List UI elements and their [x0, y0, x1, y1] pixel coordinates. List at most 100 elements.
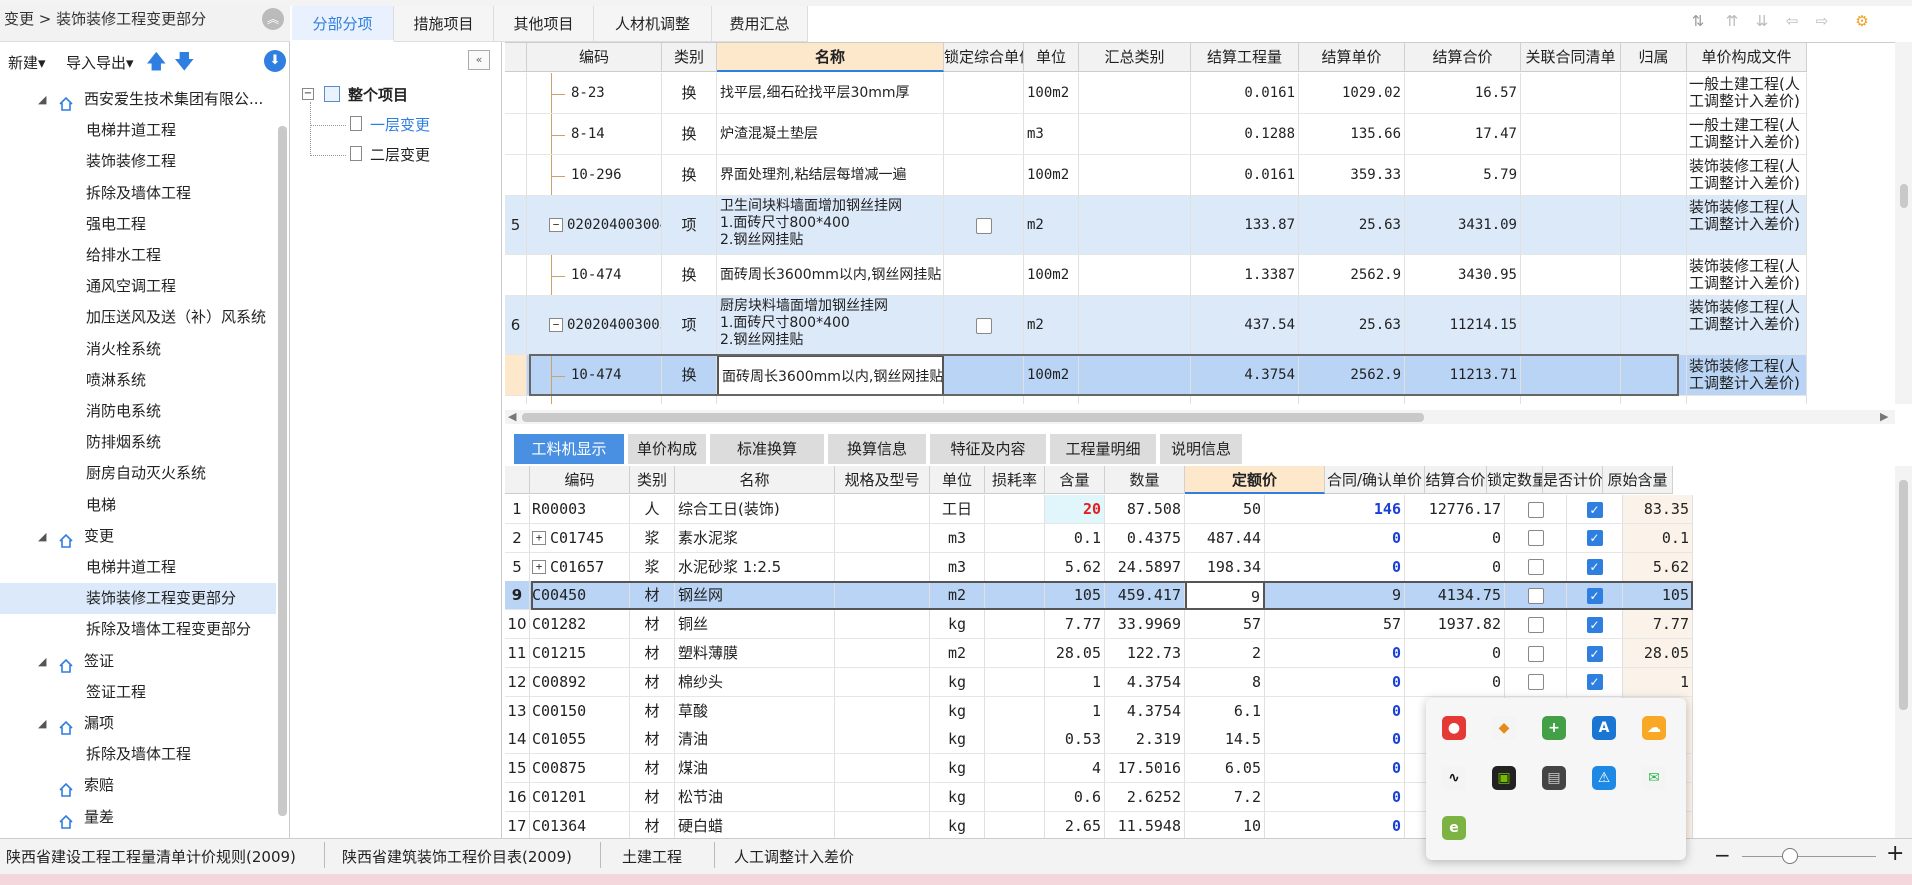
resource-code[interactable]: C00875 — [530, 754, 630, 784]
tree-item[interactable]: 装饰装修工程变更部分 — [0, 583, 276, 615]
quota-price[interactable]: 6.1 — [1185, 696, 1265, 726]
resource-amount[interactable]: 0.53 — [1045, 725, 1105, 755]
bottom-tab-2[interactable]: 标准换算 — [710, 434, 824, 464]
lock-price-cell[interactable] — [944, 396, 1024, 404]
lock-qty-checkbox[interactable] — [1527, 645, 1544, 662]
item-code[interactable]: 10-474 — [527, 355, 662, 396]
settle-price[interactable]: 25.63 — [1299, 296, 1405, 355]
quota-price[interactable]: 9 — [1185, 581, 1265, 611]
shield-warning-icon[interactable]: ⚠ — [1592, 766, 1616, 790]
collapse-icon[interactable]: − — [549, 318, 563, 332]
linked-contract[interactable] — [1521, 396, 1621, 404]
tree-item[interactable]: 喷淋系统 — [0, 365, 276, 396]
lock-price-checkbox[interactable] — [975, 317, 992, 334]
settle-price[interactable]: 2562.9 — [1299, 355, 1405, 396]
priced-cell[interactable]: ✓ — [1567, 667, 1623, 697]
lock-qty-cell[interactable] — [1505, 495, 1567, 524]
resource-spec[interactable] — [835, 725, 930, 755]
resource-name[interactable]: 塑料薄膜 — [675, 639, 835, 668]
item-name[interactable]: 界面处理剂,粘结层每增减一遍 — [717, 155, 944, 196]
tree-item[interactable]: 电梯井道工程 — [0, 115, 276, 146]
linked-contract[interactable] — [1521, 255, 1621, 296]
contract-price[interactable]: 9 — [1265, 581, 1405, 611]
settle-price[interactable]: 1029.02 — [1299, 73, 1405, 114]
item-name[interactable]: 厨房块料墙面增加钢丝挂网 1.面砖尺寸800*400 2.钢丝网挂贴 — [717, 296, 944, 355]
expand-arrow-icon[interactable]: ◢ — [38, 708, 46, 739]
grid-hscroll-thumb[interactable] — [522, 413, 1424, 422]
cloud-drive-icon[interactable]: ◆ — [1492, 716, 1516, 740]
contract-price[interactable]: 0 — [1265, 754, 1405, 784]
row-number[interactable] — [505, 73, 527, 114]
tree-item[interactable]: 索赔 — [0, 770, 276, 801]
row-number[interactable] — [505, 155, 527, 196]
resource-code[interactable]: C01201 — [530, 783, 630, 812]
move-bottom-icon[interactable]: ⇊ — [1752, 12, 1772, 32]
quota-price[interactable]: 6.05 — [1185, 754, 1265, 784]
lock-qty-checkbox[interactable] — [1527, 501, 1544, 518]
summary-category[interactable] — [1079, 396, 1191, 404]
resource-header[interactable]: 合同/确认单价 — [1325, 466, 1425, 494]
resource-amount[interactable]: 0.6 — [1045, 783, 1105, 812]
tree-item[interactable]: 防排烟系统 — [0, 427, 276, 458]
item-code[interactable]: −020204003005 — [527, 296, 662, 355]
priced-checkbox[interactable]: ✓ — [1586, 530, 1603, 547]
priced-checkbox[interactable]: ✓ — [1586, 501, 1603, 518]
resource-amount[interactable]: 105 — [1045, 581, 1105, 611]
contract-price[interactable]: 0 — [1265, 639, 1405, 668]
priced-checkbox[interactable]: ✓ — [1586, 645, 1603, 662]
linked-contract[interactable] — [1521, 196, 1621, 255]
resource-amount[interactable]: 0.1 — [1045, 523, 1105, 553]
resource-header[interactable]: 类别 — [630, 466, 675, 494]
lock-qty-cell[interactable] — [1505, 581, 1567, 611]
red-app-icon[interactable]: ● — [1442, 716, 1466, 740]
zoom-slider[interactable] — [1742, 856, 1876, 857]
tree-item[interactable]: 拆除及墙体工程 — [0, 739, 276, 770]
grid-header[interactable]: 结算工程量 — [1191, 43, 1299, 72]
loss-rate[interactable] — [985, 725, 1045, 755]
resource-spec[interactable] — [835, 495, 930, 524]
filter-icon[interactable]: ⇅ — [1688, 12, 1708, 32]
resource-vscroll-thumb[interactable] — [1899, 480, 1908, 710]
wave-icon[interactable]: ∿ — [1442, 766, 1466, 790]
resource-header[interactable]: 原始含量 — [1603, 466, 1673, 494]
green-plus-icon[interactable]: + — [1542, 716, 1566, 740]
tree-item[interactable]: 电梯井道工程 — [0, 552, 276, 583]
resource-name[interactable]: 水泥砂浆 1:2.5 — [675, 552, 835, 582]
bottom-tab-4[interactable]: 特征及内容 — [930, 434, 1046, 464]
settle-qty[interactable]: 0.1288 — [1191, 114, 1299, 155]
price-file[interactable] — [1687, 396, 1807, 404]
expand-icon[interactable]: + — [532, 560, 546, 575]
row-number[interactable]: 6 — [505, 296, 527, 355]
grid-header[interactable]: 单位 — [1024, 43, 1079, 72]
priced-cell[interactable]: ✓ — [1567, 495, 1623, 524]
contract-price[interactable]: 57 — [1265, 610, 1405, 640]
contract-price[interactable]: 0 — [1265, 667, 1405, 697]
grid-header[interactable]: 关联合同清单 — [1521, 43, 1621, 72]
lock-qty-cell[interactable] — [1505, 639, 1567, 668]
resource-code[interactable]: C00450 — [530, 581, 630, 611]
resource-code[interactable]: C00150 — [530, 696, 630, 726]
resource-header[interactable]: 规格及型号 — [835, 466, 930, 494]
row-number[interactable] — [505, 255, 527, 296]
resource-code[interactable]: R00003 — [530, 495, 630, 524]
quota-price[interactable]: 198.34 — [1185, 552, 1265, 582]
resource-amount[interactable]: 7.77 — [1045, 610, 1105, 640]
tree-item[interactable]: 通风空调工程 — [0, 271, 276, 302]
linked-contract[interactable] — [1521, 114, 1621, 155]
resource-header[interactable]: 编码 — [530, 466, 630, 494]
resource-spec[interactable] — [835, 610, 930, 640]
expand-arrow-icon[interactable]: ◢ — [38, 84, 46, 115]
summary-category[interactable] — [1079, 196, 1191, 255]
resource-code[interactable]: C01282 — [530, 610, 630, 640]
summary-category[interactable] — [1079, 114, 1191, 155]
loss-rate[interactable] — [985, 639, 1045, 668]
lock-qty-cell[interactable] — [1505, 667, 1567, 697]
zoom-out-icon[interactable]: − — [1714, 843, 1731, 867]
wechat-icon[interactable]: ✉ — [1642, 766, 1666, 790]
resource-name[interactable]: 棉纱头 — [675, 667, 835, 697]
settle-price[interactable]: 359.33 — [1299, 155, 1405, 196]
resource-amount[interactable]: 1 — [1045, 667, 1105, 697]
resource-header[interactable]: 结算合价 — [1425, 466, 1487, 494]
resource-code[interactable]: C01364 — [530, 811, 630, 838]
orange-cloud-icon[interactable]: ☁ — [1642, 716, 1666, 740]
